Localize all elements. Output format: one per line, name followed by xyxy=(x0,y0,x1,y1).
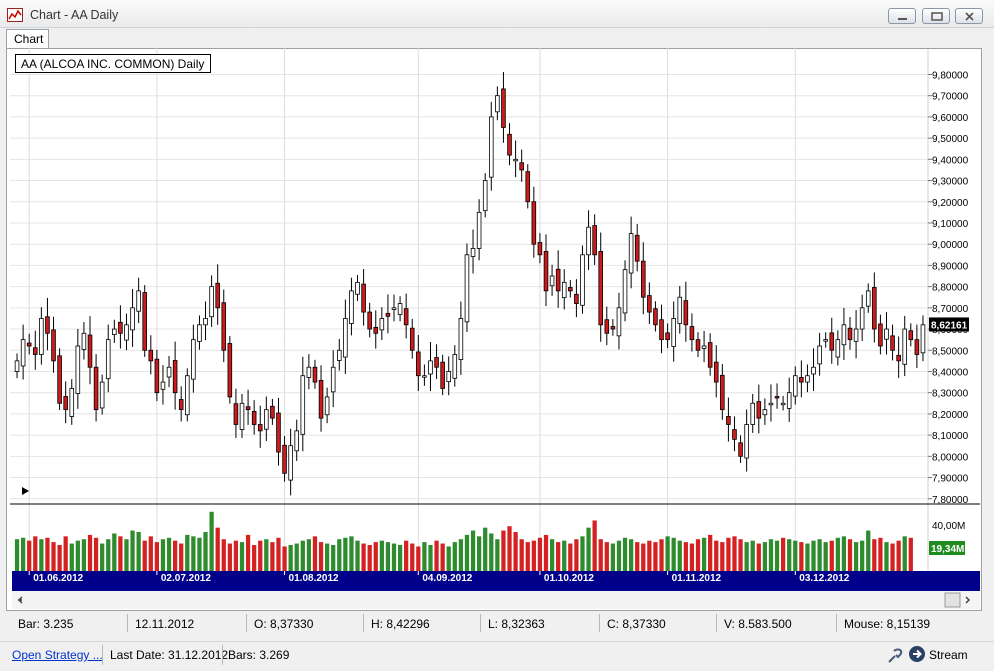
title-bar: Chart - AA Daily xyxy=(0,0,994,28)
status-separator xyxy=(836,614,837,632)
maximize-icon xyxy=(931,12,943,21)
stream-label[interactable]: Stream xyxy=(929,648,968,662)
maximize-button[interactable] xyxy=(922,8,950,24)
status-volume: V: 8.583.500 xyxy=(724,617,792,631)
status-open: O: 8,37330 xyxy=(254,617,314,631)
open-strategy-link[interactable]: Open Strategy ... xyxy=(12,648,103,662)
chart-legend: AA (ALCOA INC. COMMON) Daily xyxy=(15,54,212,73)
tab-bar: Chart xyxy=(0,28,994,49)
stream-icon[interactable] xyxy=(908,645,926,663)
status-separator xyxy=(363,614,364,632)
status-separator xyxy=(599,614,600,632)
footer-separator xyxy=(102,645,103,665)
status-separator xyxy=(480,614,481,632)
status-separator xyxy=(716,614,717,632)
status-separator xyxy=(246,614,247,632)
footer-separator xyxy=(222,645,223,665)
last-date: Last Date: 31.12.2012 xyxy=(110,648,229,662)
chart-panel[interactable] xyxy=(6,48,982,611)
minimize-button[interactable] xyxy=(888,8,916,24)
status-separator xyxy=(127,614,128,632)
window-title: Chart - AA Daily xyxy=(30,8,119,22)
minimize-icon xyxy=(898,18,907,20)
status-bar-index: Bar: 3.235 xyxy=(18,617,74,631)
status-mouse: Mouse: 8,15139 xyxy=(844,617,931,631)
close-icon xyxy=(965,12,974,21)
status-close: C: 8,37330 xyxy=(607,617,666,631)
status-date: 12.11.2012 xyxy=(135,617,195,631)
bars-count: Bars: 3.269 xyxy=(228,648,290,662)
close-button[interactable] xyxy=(955,8,983,24)
chart-app-icon xyxy=(7,8,23,22)
status-high: H: 8,42296 xyxy=(371,617,430,631)
status-low: L: 8,32363 xyxy=(488,617,545,631)
connection-icon[interactable] xyxy=(886,645,906,665)
tab-chart[interactable]: Chart xyxy=(6,29,49,49)
